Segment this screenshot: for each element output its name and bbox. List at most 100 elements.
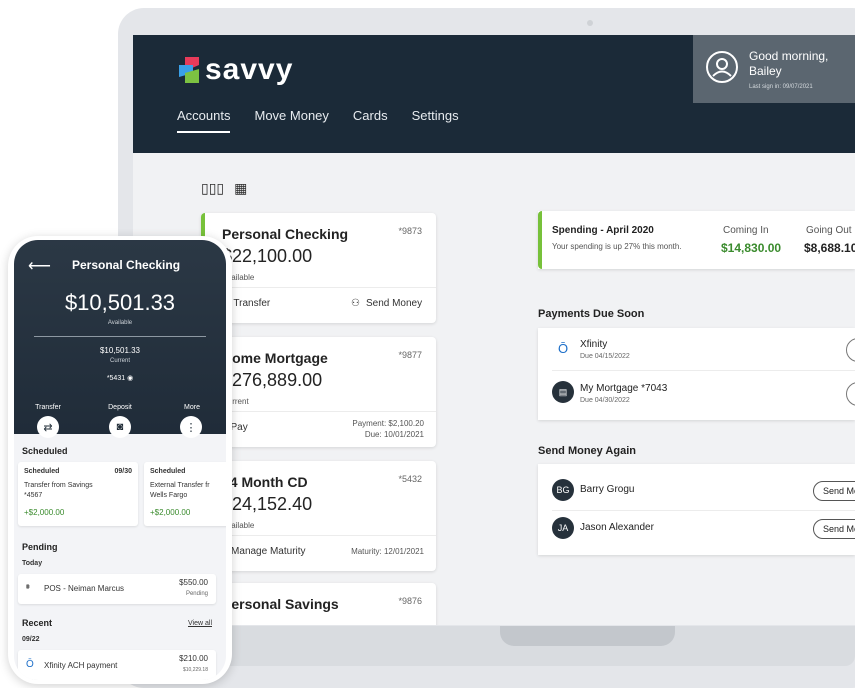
recent-title: Recent <box>22 618 53 628</box>
phone-current-balance: $10,501.33 <box>99 346 141 355</box>
manage-maturity-label: Manage Maturity <box>231 546 306 557</box>
last-sign-in: Last sign in: 09/07/2021 <box>749 84 813 90</box>
running-balance: $10,229.18 <box>182 667 208 673</box>
deposit-action-label: Deposit <box>108 404 132 411</box>
recent-day: 09/22 <box>22 636 40 643</box>
payments-due-list: Ō Xfinity Due 04/15/2022 ▤ My Mortgage *… <box>538 328 855 420</box>
phone-screen: ⟵ Personal Checking $10,501.33 Available… <box>14 240 226 680</box>
transaction-name: Xfinity ACH payment <box>44 661 118 670</box>
eye-icon: ◉ <box>127 375 134 382</box>
account-name: 24 Month CD <box>222 474 308 490</box>
back-arrow-icon[interactable]: ⟵ <box>28 256 51 276</box>
scheduled-desc-2: Wells Fargo <box>150 492 188 499</box>
going-out-value: $8,688.10 <box>804 241 855 255</box>
more-action-label: More <box>184 404 200 411</box>
contact-avatar: BG <box>552 479 574 501</box>
coming-in-label: Coming In <box>723 225 769 236</box>
phone-balance: $10,501.33 <box>64 290 176 315</box>
recent-transaction[interactable]: Ō Xfinity ACH payment $210.00 $10,229.18 <box>18 650 216 680</box>
divider <box>552 370 855 371</box>
send-money-label: Send Money <box>365 298 423 309</box>
phone-balance-label: Available <box>107 320 133 326</box>
payments-due-title: Payments Due Soon <box>538 308 645 320</box>
pay-circle-button[interactable] <box>846 338 855 362</box>
user-avatar-icon <box>706 51 738 83</box>
account-card-cd[interactable]: 24 Month CD *5432 $24,152.40 Available ◔… <box>201 461 436 571</box>
camera-icon[interactable]: ◙ <box>109 416 131 438</box>
send-money-again-title: Send Money Again <box>538 445 636 457</box>
payee-due: Due 04/30/2022 <box>580 397 630 404</box>
transaction-amount: $210.00 <box>179 654 208 663</box>
more-icon[interactable]: ⋮ <box>180 416 202 438</box>
nav-move-money[interactable]: Move Money <box>254 108 328 133</box>
account-number: *5432 <box>398 474 422 484</box>
pending-day: Today <box>22 560 43 567</box>
coming-in-value: $14,830.00 <box>721 241 782 255</box>
payee-name: My Mortgage *7043 <box>580 383 668 394</box>
laptop-notch <box>500 626 675 646</box>
transfer-action-label: Transfer <box>35 404 61 411</box>
spending-summary[interactable]: Spending - April 2020 Your spending is u… <box>538 211 855 269</box>
user-name: Bailey <box>749 64 782 78</box>
send-money-button[interactable]: Send Money <box>813 519 855 539</box>
going-out-label: Going Out <box>806 225 852 236</box>
greeting-text: Good morning, Bailey <box>749 49 828 79</box>
account-number: *9876 <box>398 596 422 606</box>
transaction-amount: $550.00 <box>179 578 208 587</box>
scheduled-label: Scheduled <box>24 468 60 475</box>
scheduled-amount: +$2,000.00 <box>150 508 191 517</box>
account-card-checking[interactable]: Personal Checking *9873 $22,100.00 Avail… <box>201 213 436 323</box>
grid-view-icon[interactable]: ▦ <box>234 180 247 197</box>
account-number: *5431 <box>106 375 126 382</box>
phone-current-label: Current <box>109 358 130 364</box>
xfinity-icon: Ō <box>557 340 569 356</box>
scheduled-desc: Transfer from Savings <box>24 482 93 489</box>
user-greeting[interactable]: Good morning, Bailey Last sign in: 09/07… <box>693 35 855 103</box>
scheduled-date: 09/30 <box>114 468 132 475</box>
phone-account-number[interactable]: *5431 ◉ <box>14 374 226 382</box>
nav-accounts[interactable]: Accounts <box>177 108 231 133</box>
pending-title: Pending <box>22 542 58 552</box>
account-card-savings[interactable]: Personal Savings *9876 <box>201 583 436 625</box>
account-name: Personal Savings <box>222 596 339 612</box>
transaction-name: POS - Neiman Marcus <box>44 584 125 593</box>
spending-indicator <box>538 211 542 269</box>
desktop-screen: savvy Accounts Move Money Cards Settings… <box>133 35 855 625</box>
nav-settings[interactable]: Settings <box>412 108 459 133</box>
pending-transaction[interactable]: ⩩ POS - Neiman Marcus $550.00 Pending <box>18 574 216 604</box>
main-nav: Accounts Move Money Cards Settings <box>177 108 459 133</box>
scheduled-desc-2: *4567 <box>24 492 43 499</box>
account-name: Personal Checking <box>222 226 349 242</box>
phone-header: ⟵ Personal Checking $10,501.33 Available… <box>14 240 226 434</box>
divider <box>552 510 855 511</box>
header: savvy Accounts Move Money Cards Settings… <box>133 35 855 153</box>
nav-cards[interactable]: Cards <box>353 108 388 133</box>
logo[interactable]: savvy <box>179 53 293 87</box>
scheduled-label: Scheduled <box>150 468 186 475</box>
divider <box>34 336 206 337</box>
contact-avatar: JA <box>552 517 574 539</box>
scheduled-item[interactable]: Scheduled External Transfer fr Wells Far… <box>144 462 226 526</box>
account-balance: $22,100.00 <box>222 246 313 266</box>
view-all-link[interactable]: View all <box>188 620 212 627</box>
logo-icon <box>179 57 199 83</box>
send-money-button[interactable]: Send Money <box>813 481 855 501</box>
payee-name: Xfinity <box>580 339 608 350</box>
greeting-line: Good morning, <box>749 49 829 63</box>
mortgage-icon: ▤ <box>552 381 574 403</box>
contact-name: Barry Grogu <box>580 484 635 495</box>
view-toggle: ▯▯▯ ▦ <box>201 180 247 197</box>
scheduled-item[interactable]: Scheduled 09/30 Transfer from Savings *4… <box>18 462 138 526</box>
account-card-mortgage[interactable]: Home Mortgage *9877 $276,889.00 Current … <box>201 337 436 447</box>
maturity-info: Maturity: 12/01/2021 <box>351 547 424 556</box>
column-view-icon[interactable]: ▯▯▯ <box>201 180 224 197</box>
pay-circle-button[interactable] <box>846 382 855 406</box>
scheduled-desc: External Transfer fr <box>150 482 210 489</box>
card-actions: ⇄ Transfer ⚇ Send Money <box>201 287 436 320</box>
payment-due: Due: 10/01/2021 <box>364 430 424 439</box>
contact-name: Jason Alexander <box>580 522 654 533</box>
payment-info: Payment: $2,100.20 Due: 10/01/2021 <box>352 418 424 440</box>
send-money-button[interactable]: ⚇ Send Money <box>351 298 422 309</box>
spending-subtitle: Your spending is up 27% this month. <box>552 242 682 251</box>
transfer-icon[interactable]: ⇄ <box>37 416 59 438</box>
